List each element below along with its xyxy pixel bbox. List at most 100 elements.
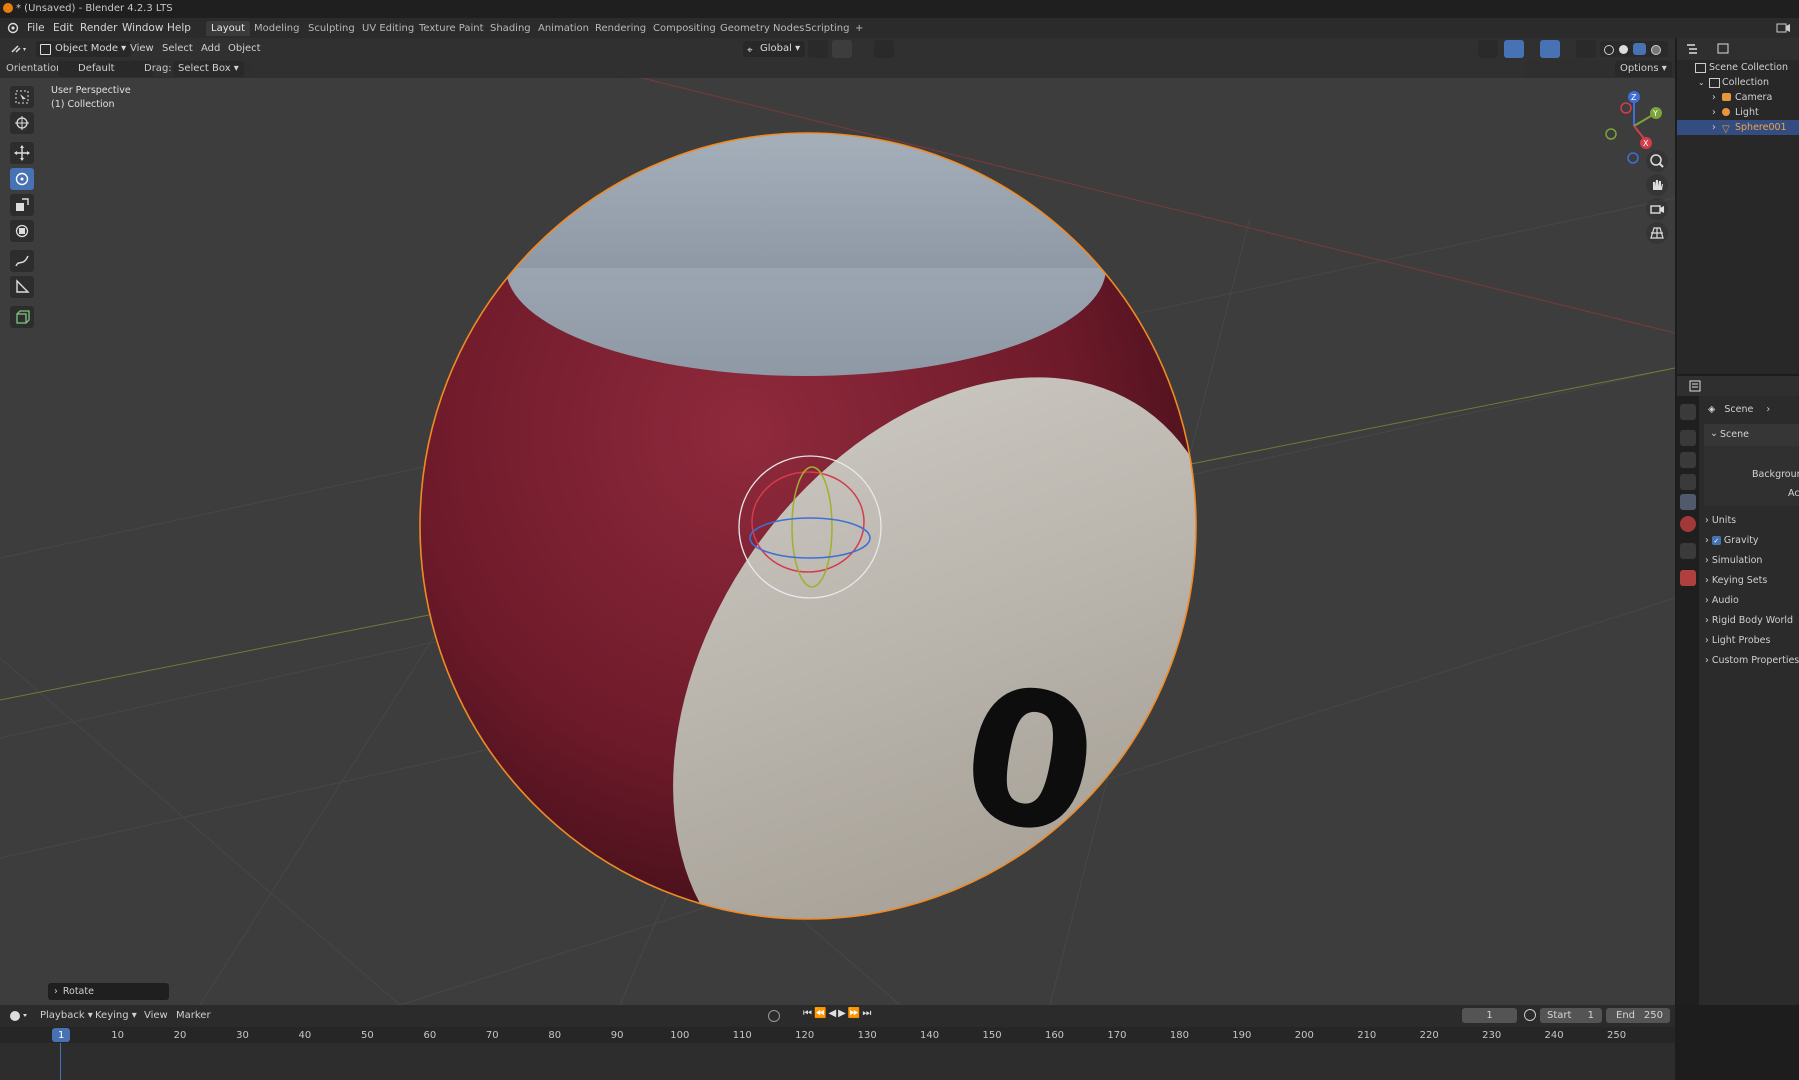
editor-type-icon[interactable]: [9, 42, 29, 56]
menu-object[interactable]: Object: [228, 43, 261, 54]
overlay-toggle-icon[interactable]: [1540, 40, 1560, 58]
tool-tab-icon[interactable]: [1680, 404, 1696, 420]
menu-file[interactable]: File: [27, 22, 45, 34]
transform-orientation-dropdown[interactable]: ⌖ Global ▾: [743, 41, 806, 57]
output-tab-icon[interactable]: [1680, 452, 1696, 468]
menu-edit[interactable]: Edit: [53, 22, 73, 34]
mode-dropdown[interactable]: Object Mode ▾: [36, 41, 132, 57]
outliner-editor-type-icon[interactable]: [1686, 43, 1704, 55]
menu-timeline-view[interactable]: View: [144, 1010, 168, 1021]
perspective-toggle-icon[interactable]: [1646, 222, 1668, 244]
subpanel-gravity[interactable]: › ✓ Gravity: [1705, 535, 1759, 546]
transform-tool[interactable]: [10, 220, 34, 242]
annotate-tool[interactable]: [10, 250, 34, 272]
outliner-row-collection[interactable]: ⌄ Collection: [1677, 75, 1799, 90]
timeline-body[interactable]: [0, 1043, 1675, 1080]
end-frame-field[interactable]: End 250: [1606, 1008, 1670, 1023]
tab-scripting[interactable]: Scripting: [800, 21, 854, 36]
tab-sculpting[interactable]: Sculpting: [303, 21, 360, 36]
orientation-dropdown[interactable]: Default: [58, 61, 153, 77]
visibility-icon[interactable]: [1478, 40, 1498, 58]
expand-arrow-icon[interactable]: ›: [1712, 105, 1716, 120]
auto-keying-icon[interactable]: [768, 1010, 780, 1022]
tab-layout[interactable]: Layout: [206, 21, 250, 36]
outliner-row-light[interactable]: › Light: [1677, 105, 1799, 120]
jump-start-icon[interactable]: ⏮: [803, 1008, 814, 1019]
jump-keyframe-forward-icon[interactable]: ⏩: [848, 1008, 862, 1019]
gizmo-toggle-icon[interactable]: [1504, 40, 1524, 58]
subpanel-units[interactable]: › Units: [1705, 515, 1736, 526]
scale-tool[interactable]: [10, 194, 34, 216]
pan-hand-icon[interactable]: [1646, 174, 1668, 196]
tab-modeling[interactable]: Modeling: [249, 21, 305, 36]
view-layer-tab-icon[interactable]: [1680, 474, 1696, 490]
add-cube-tool[interactable]: [10, 306, 34, 328]
menu-view[interactable]: View: [130, 43, 154, 54]
3d-viewport[interactable]: 0 User Perspective (1) Collection Z Y X …: [0, 38, 1675, 1005]
stopwatch-icon[interactable]: [1524, 1009, 1536, 1021]
scene-selector-icon[interactable]: [1775, 21, 1791, 35]
proportional-edit-icon[interactable]: [874, 40, 894, 58]
blender-menu-icon[interactable]: [6, 22, 19, 34]
shading-modes[interactable]: [1600, 41, 1668, 57]
properties-editor-type-icon[interactable]: [1689, 380, 1707, 392]
move-tool[interactable]: [10, 142, 34, 164]
menu-add[interactable]: Add: [201, 43, 220, 54]
add-workspace-icon[interactable]: +: [850, 21, 868, 36]
expand-arrow-icon[interactable]: ›: [1712, 90, 1716, 105]
menu-playback[interactable]: Playback ▾: [40, 1010, 93, 1021]
tab-geometry-nodes[interactable]: Geometry Nodes: [715, 21, 809, 36]
display-mode-icon[interactable]: [1717, 43, 1735, 55]
snap-icon[interactable]: [832, 40, 852, 58]
drag-dropdown[interactable]: Select Box ▾: [173, 61, 244, 77]
gravity-checkbox[interactable]: ✓: [1711, 536, 1721, 545]
wireframe-shading-icon[interactable]: [1604, 45, 1614, 55]
jump-keyframe-back-icon[interactable]: ⏪: [814, 1008, 828, 1019]
scene-panel-header[interactable]: ⌄ Scene: [1704, 424, 1799, 446]
subpanel-audio[interactable]: › Audio: [1705, 595, 1739, 606]
outliner-row-camera[interactable]: › Camera: [1677, 90, 1799, 105]
pivot-point-icon[interactable]: [808, 40, 828, 58]
subpanel-rigid-body-world[interactable]: › Rigid Body World: [1705, 615, 1793, 626]
menu-marker[interactable]: Marker: [176, 1010, 211, 1021]
tab-texture-paint[interactable]: Texture Paint: [414, 21, 489, 36]
options-dropdown[interactable]: Options ▾: [1615, 61, 1672, 77]
camera-view-icon[interactable]: [1646, 198, 1668, 220]
jump-end-icon[interactable]: ⏭: [862, 1008, 873, 1019]
expand-arrow-icon[interactable]: ›: [1712, 120, 1716, 135]
solid-shading-icon[interactable]: [1619, 45, 1628, 54]
current-frame-field[interactable]: 1: [1462, 1008, 1517, 1023]
zoom-icon[interactable]: [1646, 150, 1668, 172]
render-tab-icon[interactable]: [1680, 430, 1696, 446]
menu-keying[interactable]: Keying ▾: [95, 1010, 137, 1021]
outliner-row-sphere001[interactable]: › ▽ Sphere001: [1677, 120, 1799, 135]
material-preview-icon[interactable]: [1633, 43, 1646, 55]
play-reverse-icon[interactable]: ◀: [828, 1008, 838, 1019]
world-tab-icon[interactable]: [1680, 516, 1696, 532]
measure-tool[interactable]: [10, 276, 34, 298]
texture-tab-icon[interactable]: [1680, 570, 1696, 586]
start-frame-field[interactable]: Start 1: [1540, 1008, 1602, 1023]
scene-tab-icon[interactable]: [1680, 494, 1696, 510]
select-box-tool[interactable]: [10, 86, 34, 108]
cursor-tool[interactable]: [10, 112, 34, 134]
timeline-editor-type-icon[interactable]: [9, 1010, 29, 1022]
xray-toggle-icon[interactable]: [1576, 40, 1596, 58]
outliner-row-scene-collection[interactable]: Scene Collection: [1677, 60, 1799, 75]
menu-window[interactable]: Window: [122, 22, 163, 34]
subpanel-light-probes[interactable]: › Light Probes: [1705, 635, 1770, 646]
tab-rendering[interactable]: Rendering: [590, 21, 651, 36]
tab-shading[interactable]: Shading: [485, 21, 536, 36]
collection-tab-icon[interactable]: [1680, 543, 1696, 559]
subpanel-keying-sets[interactable]: › Keying Sets: [1705, 575, 1767, 586]
collapse-arrow-icon[interactable]: ⌄: [1698, 75, 1705, 90]
last-operator-panel[interactable]: › Rotate: [48, 983, 169, 1000]
subpanel-custom-properties[interactable]: › Custom Properties: [1705, 655, 1799, 666]
menu-help[interactable]: Help: [167, 22, 191, 34]
menu-render[interactable]: Render: [80, 22, 117, 34]
rotate-tool[interactable]: [10, 168, 34, 190]
play-icon[interactable]: ▶: [838, 1008, 848, 1019]
tab-animation[interactable]: Animation: [533, 21, 594, 36]
tab-uv-editing[interactable]: UV Editing: [357, 21, 419, 36]
rendered-shading-icon[interactable]: [1651, 45, 1661, 55]
